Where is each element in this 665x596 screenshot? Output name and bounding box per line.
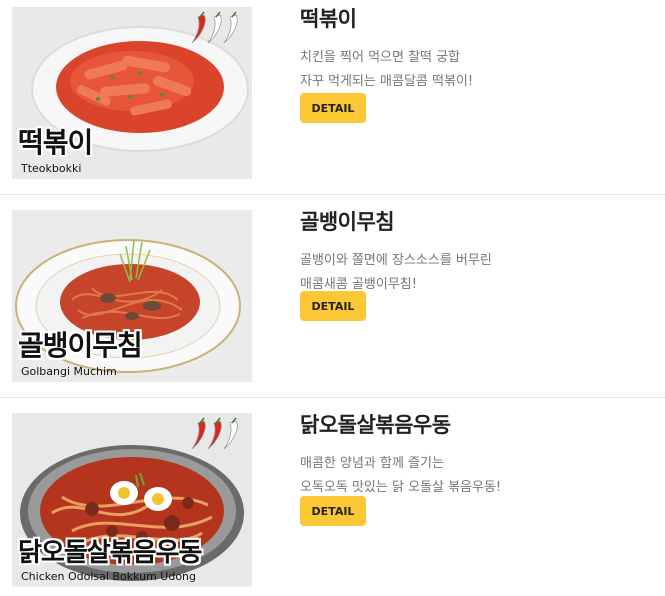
menu-description: 매콤한 양념과 함께 즐기는 오독오독 맛있는 닭 오돌살 볶음우동! [300, 452, 501, 500]
menu-thumbnail[interactable]: 떡볶이 Tteokbokki [12, 7, 252, 179]
description-line: 매콤한 양념과 함께 즐기는 [300, 456, 444, 471]
menu-title[interactable]: 골뱅이무침 [300, 209, 492, 235]
menu-name-en: Tteokbokki [21, 162, 82, 175]
menu-thumbnail[interactable]: 골뱅이무침 Golbangi Muchim [12, 210, 252, 382]
description-line: 치킨을 찍어 먹으면 찰떡 궁합 [300, 50, 461, 65]
menu-list: 떡볶이 Tteokbokki 떡볶이 치킨을 찍어 먹으면 찰떡 궁합 자꾸 먹… [0, 0, 665, 596]
menu-title[interactable]: 닭오돌살볶음우동 [300, 412, 501, 438]
description-line: 골뱅이와 쫄면에 장스소스를 버무린 [300, 253, 492, 268]
menu-info: 떡볶이 치킨을 찍어 먹으면 찰떡 궁합 자꾸 먹게되는 매콤달콤 떡볶이! D… [300, 6, 473, 123]
menu-description: 골뱅이와 쫄면에 장스소스를 버무린 매콤새콤 골뱅이무침! [300, 249, 492, 297]
menu-title[interactable]: 떡볶이 [300, 6, 473, 32]
menu-description: 치킨을 찍어 먹으면 찰떡 궁합 자꾸 먹게되는 매콤달콤 떡볶이! [300, 46, 473, 94]
menu-info: 닭오돌살볶음우동 매콤한 양념과 함께 즐기는 오독오독 맛있는 닭 오돌살 볶… [300, 412, 501, 526]
description-line: 자꾸 먹게되는 매콤달콤 떡볶이! [300, 74, 474, 89]
spice-level-icon [191, 11, 238, 44]
menu-item: 떡볶이 Tteokbokki 떡볶이 치킨을 찍어 먹으면 찰떡 궁합 자꾸 먹… [0, 0, 665, 195]
detail-button[interactable]: DETAIL [300, 496, 366, 526]
menu-name-en: Golbangi Muchim [21, 365, 117, 378]
menu-name-ko: 떡볶이 [18, 126, 93, 159]
spice-level-icon [191, 417, 238, 450]
menu-item: 골뱅이무침 Golbangi Muchim 골뱅이무침 골뱅이와 쫄면에 장스소… [0, 195, 665, 398]
menu-info: 골뱅이무침 골뱅이와 쫄면에 장스소스를 버무린 매콤새콤 골뱅이무침! DET… [300, 209, 492, 321]
menu-name-ko: 닭오돌살볶음우동 [18, 538, 202, 568]
menu-name-en: Chicken Odolsal Bokkum Udong [21, 570, 197, 583]
menu-thumbnail[interactable]: 닭오돌살볶음우동 Chicken Odolsal Bokkum Udong [12, 413, 252, 587]
menu-name-ko: 골뱅이무침 [18, 329, 143, 362]
menu-item: 닭오돌살볶음우동 Chicken Odolsal Bokkum Udong 닭오… [0, 398, 665, 596]
detail-button[interactable]: DETAIL [300, 291, 366, 321]
detail-button[interactable]: DETAIL [300, 93, 366, 123]
